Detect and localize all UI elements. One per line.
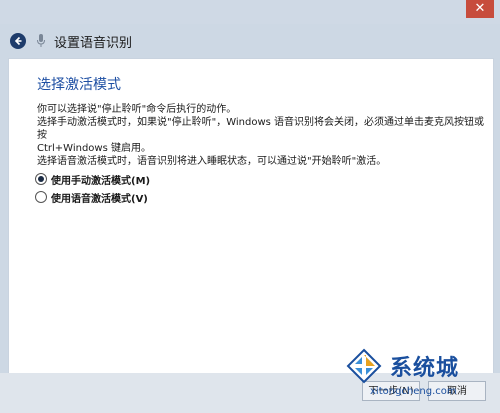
microphone-icon — [36, 33, 46, 49]
desc-line: Ctrl+Windows 键启用。 — [37, 143, 151, 154]
option-manual-activation[interactable]: 使用手动激活模式(M) — [35, 171, 150, 187]
close-icon: ✕ — [474, 1, 486, 16]
close-button[interactable]: ✕ — [466, 0, 494, 18]
watermark: 系统城 xitongcheng.com — [340, 340, 500, 413]
watermark-url: xitongcheng.com — [370, 386, 457, 397]
option-label: 使用手动激活模式(M) — [51, 175, 151, 187]
option-voice-activation[interactable]: 使用语音激活模式(V) — [35, 189, 150, 205]
desc-line: 选择手动激活模式时，如果说"停止聆听"，Windows 语音识别将会关闭，必须通… — [37, 117, 485, 141]
desc-line: 你可以选择说"停止聆听"命令后执行的动作。 — [37, 104, 237, 115]
navigation-bar: 设置语音识别 — [0, 24, 500, 58]
watermark-logo-icon — [346, 348, 382, 384]
back-button[interactable] — [10, 33, 26, 49]
title-bar: ✕ — [0, 0, 500, 24]
desc-line: 选择语音激活模式时，语音识别将进入睡眠状态，可以通过说"开始聆听"激活。 — [37, 156, 387, 167]
description-text: 你可以选择说"停止聆听"命令后执行的动作。 选择手动激活模式时，如果说"停止聆听… — [37, 103, 487, 168]
back-arrow-icon — [14, 36, 22, 46]
activation-mode-options: 使用手动激活模式(M) 使用语音激活模式(V) — [35, 171, 150, 207]
radio-voice-activation[interactable] — [35, 191, 47, 203]
option-label: 使用语音激活模式(V) — [51, 193, 148, 205]
watermark-brand: 系统城 — [390, 356, 460, 381]
radio-manual-activation[interactable] — [35, 173, 47, 185]
page-heading: 选择激活模式 — [37, 77, 121, 93]
wizard-content-panel: 选择激活模式 你可以选择说"停止聆听"命令后执行的动作。 选择手动激活模式时，如… — [8, 58, 494, 374]
nav-title: 设置语音识别 — [54, 35, 133, 51]
